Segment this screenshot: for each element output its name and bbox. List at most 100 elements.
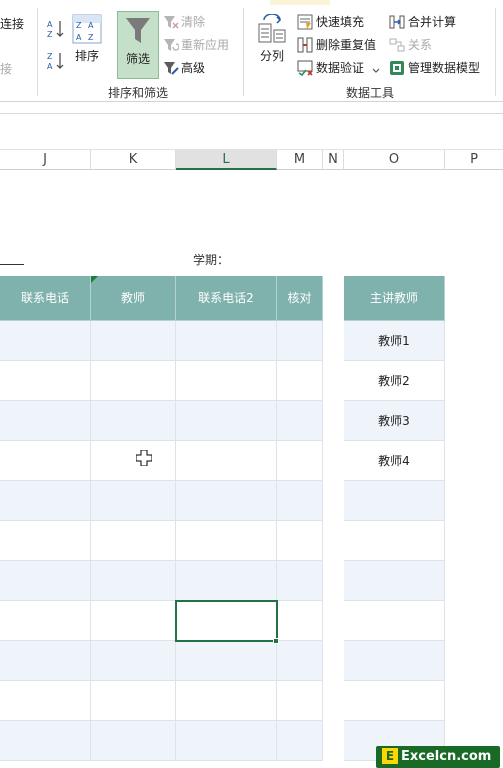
table-cell[interactable] [277, 641, 323, 681]
chevron-down-icon[interactable] [372, 64, 380, 73]
table-cell[interactable] [0, 721, 91, 761]
teacher-cell[interactable]: 教师4 [344, 441, 445, 481]
sort-ascending-icon[interactable]: A Z [45, 18, 67, 40]
teacher-cell[interactable] [344, 601, 445, 641]
fill-handle[interactable] [273, 638, 279, 644]
header-cell-teacher[interactable]: 教师 [91, 276, 176, 321]
funnel-icon [124, 16, 152, 46]
table-cell[interactable] [277, 401, 323, 441]
teacher-cell[interactable] [344, 521, 445, 561]
column-header-l[interactable]: L [176, 150, 277, 170]
table-cell[interactable] [0, 441, 91, 481]
header-cell-phone2[interactable]: 联系电话2 [176, 276, 277, 321]
column-header-n[interactable]: N [323, 150, 344, 170]
table-cell[interactable] [176, 481, 277, 521]
table-cell[interactable] [277, 601, 323, 641]
sort-descending-icon[interactable]: Z A [45, 50, 67, 72]
table-cell[interactable] [277, 441, 323, 481]
column-header-k[interactable]: K [91, 150, 176, 170]
header-cell-check[interactable]: 核对 [277, 276, 323, 321]
reapply-icon[interactable] [163, 37, 180, 53]
table-cell[interactable] [176, 521, 277, 561]
teacher-cell[interactable] [344, 641, 445, 681]
sort-button-label[interactable]: 排序 [75, 49, 99, 63]
teacher-cell[interactable] [344, 561, 445, 601]
column-header-p[interactable]: P [445, 150, 503, 170]
teacher-cell[interactable]: 教师3 [344, 401, 445, 441]
site-watermark-logo: E Excelcn.com [376, 746, 500, 768]
worksheet-grid[interactable]: 学期： 联系电话 教师 联系电话2 核对 主讲教师 教师1 教师2 教师3 教师… [0, 171, 503, 768]
table-cell[interactable] [277, 561, 323, 601]
text-to-columns-icon[interactable] [256, 13, 288, 44]
data-validation-label[interactable]: 数据验证 [316, 61, 364, 75]
header-cell-lead-teacher[interactable]: 主讲教师 [344, 276, 445, 321]
table-cell[interactable] [91, 601, 176, 641]
filter-button[interactable]: 筛选 [117, 11, 159, 79]
column-header-j[interactable]: J [0, 150, 91, 170]
table-cell[interactable] [91, 521, 176, 561]
relationships-icon[interactable] [389, 37, 405, 53]
table-cell[interactable] [176, 561, 277, 601]
table-cell[interactable] [91, 641, 176, 681]
relationships-label[interactable]: 关系 [408, 38, 432, 52]
data-validation-icon[interactable] [297, 60, 313, 77]
table-cell[interactable] [91, 481, 176, 521]
active-cell-selection[interactable] [175, 600, 278, 642]
header-cell-phone[interactable]: 联系电话 [0, 276, 91, 321]
table-cell[interactable] [176, 441, 277, 481]
table-cell[interactable] [0, 361, 91, 401]
table-cell[interactable] [176, 641, 277, 681]
table-cell[interactable] [0, 321, 91, 361]
table-cell[interactable] [0, 481, 91, 521]
table-cell[interactable] [91, 321, 176, 361]
teacher-cell[interactable]: 教师2 [344, 361, 445, 401]
clear-button-label[interactable]: 清除 [181, 15, 205, 29]
table-cell[interactable] [0, 601, 91, 641]
table-cell[interactable] [277, 481, 323, 521]
teacher-cell[interactable]: 教师1 [344, 321, 445, 361]
clear-filter-icon[interactable] [163, 14, 179, 30]
table-cell[interactable] [91, 681, 176, 721]
table-cell[interactable] [176, 401, 277, 441]
table-cell[interactable] [0, 521, 91, 561]
table-cell[interactable] [91, 361, 176, 401]
teacher-cell[interactable] [344, 481, 445, 521]
advanced-filter-icon[interactable] [163, 60, 179, 76]
consolidate-icon[interactable] [389, 14, 405, 30]
table-cell[interactable] [176, 721, 277, 761]
table-cell[interactable] [91, 401, 176, 441]
column-header-m[interactable]: M [277, 150, 323, 170]
table-cell[interactable] [0, 401, 91, 441]
table-cell[interactable] [277, 521, 323, 561]
table-cell[interactable] [91, 441, 176, 481]
table-cell[interactable] [277, 321, 323, 361]
table-cell[interactable] [277, 681, 323, 721]
edit-links-label[interactable]: 接 [0, 62, 12, 76]
table-cell[interactable] [277, 361, 323, 401]
sort-dialog-icon[interactable]: Z A A Z [72, 14, 102, 44]
table-cell[interactable] [91, 721, 176, 761]
remove-duplicates-icon[interactable] [297, 37, 313, 53]
table-cell[interactable] [277, 721, 323, 761]
table-cell[interactable] [176, 321, 277, 361]
table-cell[interactable] [176, 681, 277, 721]
flash-fill-icon[interactable] [297, 14, 313, 30]
connections-label[interactable]: 连接 [0, 17, 24, 31]
remove-duplicates-label[interactable]: 删除重复值 [316, 38, 376, 52]
reapply-button-label[interactable]: 重新应用 [181, 38, 229, 52]
table-cell[interactable] [0, 561, 91, 601]
flash-fill-label[interactable]: 快速填充 [316, 15, 364, 29]
consolidate-label[interactable]: 合并计算 [408, 15, 456, 29]
table-cell[interactable] [176, 361, 277, 401]
manage-data-model-label[interactable]: 管理数据模型 [408, 61, 480, 75]
column-header-o[interactable]: O [344, 150, 445, 170]
table-cell[interactable] [0, 681, 91, 721]
text-to-columns-label[interactable]: 分列 [260, 49, 284, 63]
table-cell[interactable] [0, 641, 91, 681]
comment-indicator-icon[interactable] [91, 276, 98, 283]
teacher-cell[interactable] [344, 681, 445, 721]
formula-bar[interactable] [0, 114, 503, 150]
table-cell[interactable] [91, 561, 176, 601]
manage-data-model-icon[interactable] [389, 60, 405, 76]
advanced-button-label[interactable]: 高级 [181, 61, 205, 75]
